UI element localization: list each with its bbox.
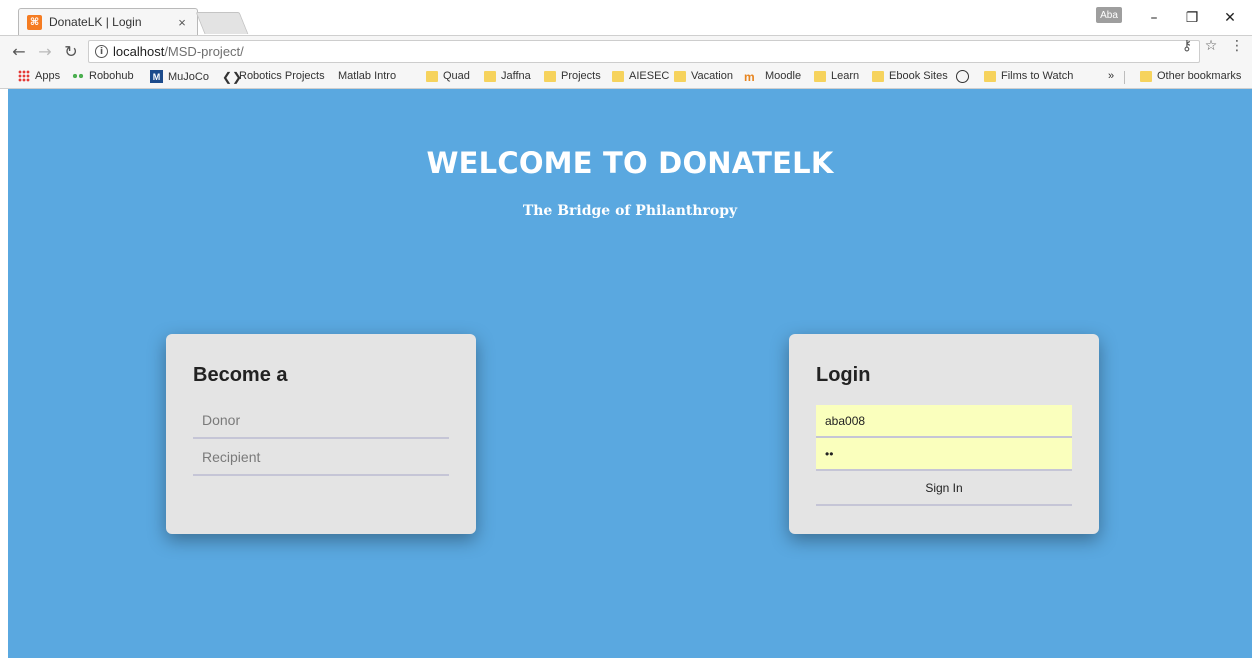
menu-icon[interactable]: ⋮ xyxy=(1228,38,1246,54)
reload-icon[interactable]: ↻ xyxy=(62,42,80,61)
become-card: Become a Donor Recipient xyxy=(166,334,476,534)
profile-badge[interactable]: Aba xyxy=(1096,7,1122,23)
login-heading: Login xyxy=(816,364,871,386)
bookmark-mujoco[interactable]: M MuJoCo xyxy=(150,70,209,83)
folder-icon xyxy=(612,70,624,82)
address-bar[interactable]: i localhost/MSD-project/ xyxy=(88,40,1200,63)
bookmarks-divider xyxy=(1124,71,1125,84)
folder-icon xyxy=(814,70,826,82)
back-icon[interactable]: ← xyxy=(10,42,28,61)
browser-toolbar: ← → ↻ i localhost/MSD-project/ ⚷ ☆ ⋮ xyxy=(0,35,1252,66)
login-card: Login Sign In xyxy=(789,334,1099,534)
folder-icon xyxy=(1140,70,1152,82)
folder-icon xyxy=(484,70,496,82)
folder-icon xyxy=(984,70,996,82)
folder-icon xyxy=(544,70,556,82)
bookmark-other-bookmarks[interactable]: Other bookmarks xyxy=(1140,70,1241,82)
bookmark-aiesec[interactable]: AIESEC xyxy=(612,70,669,82)
bookmark-robohub[interactable]: Robohub xyxy=(72,70,134,82)
tab-strip: ⌘ DonateLK | Login × Aba – ❐ ✕ xyxy=(0,0,1252,35)
recipient-option[interactable]: Recipient xyxy=(193,439,449,476)
bookmark-learn[interactable]: Learn xyxy=(814,70,859,82)
url-path: /MSD-project/ xyxy=(164,44,244,59)
bookmark-apps[interactable]: Apps xyxy=(18,70,60,82)
bookmark-films-to-watch[interactable]: Films to Watch xyxy=(984,70,1073,82)
folder-icon xyxy=(674,70,686,82)
password-field[interactable] xyxy=(816,438,1072,471)
mujoco-icon: M xyxy=(150,70,163,83)
bookmark-robotics-projects[interactable]: ❮❯ Robotics Projects xyxy=(222,70,325,84)
tab-title: DonateLK | Login xyxy=(49,15,142,29)
forward-icon[interactable]: → xyxy=(36,42,54,61)
page-subtitle: The Bridge of Philanthropy xyxy=(522,203,738,219)
bookmark-matlab-intro[interactable]: Matlab Intro xyxy=(338,70,396,171)
url-host: localhost xyxy=(113,44,165,59)
bookmarks-bar: Apps Robohub M MuJoCo ❮❯ Robotics Projects… xyxy=(0,66,1252,171)
donor-option[interactable]: Donor xyxy=(193,402,449,439)
bookmarks-overflow-icon[interactable]: » xyxy=(1108,70,1114,82)
star-icon[interactable]: ☆ xyxy=(1202,38,1220,54)
restore-icon[interactable]: ❐ xyxy=(1182,10,1202,26)
bookmark-moodle[interactable]: m Moodle xyxy=(744,70,801,84)
apps-icon xyxy=(18,70,30,82)
become-heading: Become a xyxy=(193,364,288,386)
robohub-icon xyxy=(72,70,84,82)
minimize-icon[interactable]: – xyxy=(1144,10,1164,26)
info-icon[interactable]: i xyxy=(95,45,108,58)
circle-site-icon xyxy=(956,70,969,83)
bookmark-ebook-sites[interactable]: Ebook Sites xyxy=(872,70,948,82)
robot-icon: ❮❯ xyxy=(222,70,243,84)
close-window-icon[interactable]: ✕ xyxy=(1220,10,1240,26)
close-tab-icon[interactable]: × xyxy=(175,15,189,30)
bookmark-circle-site[interactable] xyxy=(956,70,974,83)
bookmark-jaffna[interactable]: Jaffna xyxy=(484,70,531,82)
bookmark-projects[interactable]: Projects xyxy=(544,70,601,82)
page-title: WELCOME TO DONATELK xyxy=(426,146,834,180)
folder-icon xyxy=(872,70,884,82)
bookmark-quad[interactable]: Quad xyxy=(426,70,470,82)
username-field[interactable] xyxy=(816,405,1072,438)
moodle-icon: m xyxy=(744,70,755,84)
page-background: WELCOME TO DONATELK The Bridge of Philan… xyxy=(8,89,1252,658)
browser-tab[interactable]: ⌘ DonateLK | Login × xyxy=(18,8,198,35)
key-icon[interactable]: ⚷ xyxy=(1178,38,1196,54)
new-tab-button[interactable] xyxy=(195,12,249,34)
sign-in-button[interactable]: Sign In xyxy=(816,471,1072,506)
folder-icon xyxy=(426,70,438,82)
bookmark-vacation[interactable]: Vacation xyxy=(674,70,733,82)
xampp-icon: ⌘ xyxy=(27,14,42,30)
